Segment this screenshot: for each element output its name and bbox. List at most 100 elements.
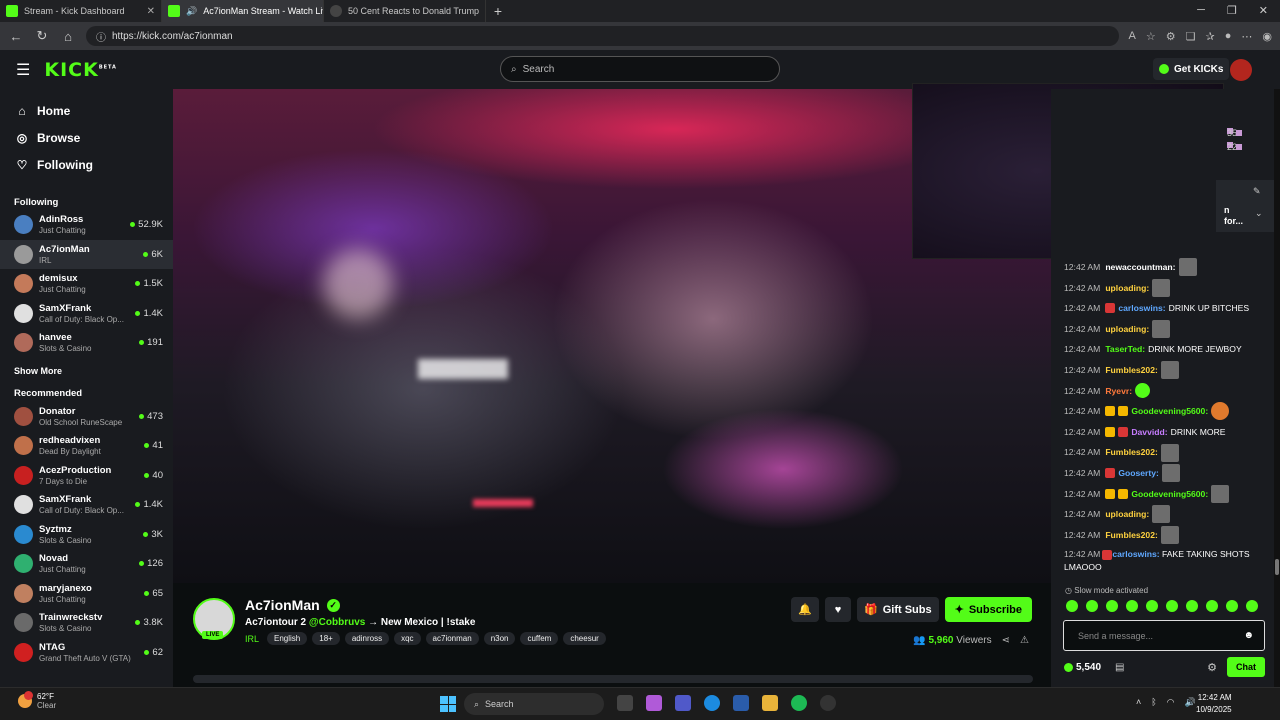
menu-icon[interactable]: ☰ (16, 60, 30, 80)
user-badge-icon[interactable] (1105, 488, 1116, 499)
task-view-icon[interactable] (617, 695, 633, 711)
emote-icon[interactable] (1160, 526, 1179, 545)
teams-icon[interactable] (675, 695, 691, 711)
sidebar-channel-samxfrank[interactable]: SamXFrank Call of Duty: Black Op... 1.4K (0, 299, 173, 329)
chat-username[interactable]: Ryevr: (1105, 381, 1132, 402)
emote-icon[interactable] (1246, 600, 1258, 612)
windows-start-icon[interactable] (440, 696, 456, 712)
user-badge-icon[interactable] (1118, 406, 1129, 417)
chat-send-button[interactable]: Chat (1227, 657, 1265, 677)
extensions-icon[interactable]: ⚙ (1166, 30, 1176, 43)
collections-icon[interactable]: ❏ (1186, 30, 1196, 43)
chevron-up-icon[interactable]: ˄ (1136, 697, 1141, 708)
emote-icon[interactable] (1166, 600, 1178, 612)
close-tab-icon[interactable]: ✕ (147, 6, 155, 17)
user-badge-icon[interactable] (1105, 406, 1116, 417)
browser-tab-dashboard[interactable]: Stream - Kick Dashboard ✕ (0, 0, 162, 22)
chevron-down-icon[interactable]: ⌄ (1255, 208, 1263, 219)
emote-icon[interactable] (1211, 402, 1230, 421)
sidebar-channel-samxfrank[interactable]: SamXFrank Call of Duty: Black Op... 1.4K (0, 490, 173, 520)
speaker-icon[interactable]: 🔊 (186, 6, 197, 17)
wifi-icon[interactable]: ◠ (1167, 697, 1175, 708)
chat-username[interactable]: newaccountman: (1105, 257, 1175, 278)
chat-username[interactable]: Davvidd: (1131, 422, 1167, 443)
favorites-icon[interactable]: ✰ (1206, 30, 1215, 43)
stream-tag[interactable]: xqc (394, 632, 421, 645)
chat-username[interactable]: carloswins: (1112, 549, 1159, 559)
volume-icon[interactable]: 🔊 (1185, 697, 1196, 708)
show-more-button[interactable]: Show More (0, 360, 173, 382)
browser-tab-stream[interactable]: 🔊 Ac7ionMan Stream - Watch Live ✕ (162, 0, 324, 22)
stream-tag[interactable]: cuffem (520, 632, 559, 645)
store-icon[interactable] (733, 695, 749, 711)
emote-icon[interactable] (1066, 600, 1078, 612)
emote-icon[interactable] (1206, 600, 1218, 612)
chat-settings-icon[interactable]: ⚙ (1207, 661, 1217, 674)
channel-points[interactable]: 5,540 (1064, 662, 1101, 673)
emote-icon[interactable] (1160, 443, 1179, 462)
kick-logo[interactable]: KICKBETA (44, 59, 117, 81)
copilot-icon[interactable]: ◉ (1262, 30, 1272, 43)
emote-icon[interactable] (1135, 383, 1151, 399)
chat-username[interactable]: Fumbles202: (1105, 442, 1158, 463)
chat-username[interactable]: uploading: (1105, 278, 1149, 299)
sidebar-nav-browse[interactable]: ◎ Browse (0, 124, 173, 151)
streamer-name[interactable]: Ac7ionMan (245, 597, 320, 613)
stream-tag[interactable]: adinross (344, 632, 390, 645)
copilot-app-icon[interactable] (646, 695, 662, 711)
share-icon[interactable]: ⋖ (1002, 635, 1010, 646)
emote-icon[interactable] (1152, 278, 1171, 297)
chat-username[interactable]: Goodevening5600: (1131, 401, 1208, 422)
reload-icon[interactable]: ↻ (34, 28, 50, 44)
emote-icon[interactable] (1152, 505, 1171, 524)
emote-icon[interactable] (1160, 361, 1179, 380)
chat-username[interactable]: Gooserty: (1118, 463, 1159, 484)
user-badge-icon[interactable] (1105, 303, 1116, 314)
emote-icon[interactable] (1152, 320, 1171, 339)
weather-widget[interactable]: 62°F Clear (18, 691, 56, 710)
title-mention-link[interactable]: @Cobbruvs (309, 617, 365, 628)
chat-username[interactable]: Fumbles202: (1105, 360, 1158, 381)
sidebar-channel-novad[interactable]: Novad Just Chatting 126 (0, 549, 173, 579)
emote-icon[interactable] (1161, 464, 1180, 483)
chat-username[interactable]: Goodevening5600: (1131, 484, 1208, 505)
stream-tag[interactable]: 18+ (312, 632, 340, 645)
stream-tag[interactable]: English (267, 632, 308, 645)
bluetooth-icon[interactable]: ᛒ (1151, 697, 1156, 708)
report-icon[interactable]: ⚠ (1020, 635, 1029, 646)
sidebar-channel-hanvee[interactable]: hanvee Slots & Casino 191 (0, 328, 173, 358)
emote-icon[interactable] (1178, 258, 1197, 277)
obs-icon[interactable] (820, 695, 836, 711)
sidebar-channel-adinross[interactable]: AdinRoss Just Chatting 52.9K (0, 210, 173, 240)
stream-tag[interactable]: cheesur (563, 632, 606, 645)
sidebar-channel-ntag[interactable]: NTAG Grand Theft Auto V (GTA) 62 (0, 638, 173, 668)
sidebar-channel-trainwreckstv[interactable]: Trainwreckstv Slots & Casino 3.8K (0, 608, 173, 638)
follow-heart-button[interactable]: ♥ (825, 597, 851, 622)
chat-rules-icon[interactable]: ▤ (1115, 662, 1124, 673)
sidebar-nav-following[interactable]: ♡ Following (0, 151, 173, 178)
subscribe-button[interactable]: ✦ Subscribe (944, 597, 1032, 622)
maximize-icon[interactable]: ❐ (1227, 4, 1237, 17)
chat-username[interactable]: uploading: (1105, 319, 1149, 340)
user-badge-icon[interactable] (1105, 427, 1116, 438)
sidebar-channel-ac7ionman[interactable]: Ac7ionMan IRL 6K (0, 239, 173, 269)
sidebar-channel-maryjanexo[interactable]: maryjanexo Just Chatting 65 (0, 579, 173, 609)
file-explorer-icon[interactable] (762, 695, 778, 711)
home-icon[interactable]: ⌂ (60, 29, 76, 44)
page-scrollbar[interactable] (1274, 89, 1280, 687)
emote-icon[interactable] (1146, 600, 1158, 612)
user-badge-icon[interactable] (1105, 468, 1116, 479)
chat-username[interactable]: uploading: (1105, 504, 1149, 525)
user-badge-icon[interactable] (1102, 550, 1113, 561)
notification-bell-button[interactable]: 🔔 (791, 597, 819, 622)
emote-icon[interactable] (1126, 600, 1138, 612)
close-window-icon[interactable]: ✕ (1259, 4, 1268, 17)
spotify-icon[interactable] (791, 695, 807, 711)
edge-icon[interactable] (704, 695, 720, 711)
chat-username[interactable]: Fumbles202: (1105, 525, 1158, 546)
user-badge-icon[interactable] (1118, 427, 1129, 438)
sidebar-channel-donator[interactable]: Donator Old School RuneScape 473 (0, 402, 173, 432)
emote-icon[interactable] (1226, 600, 1238, 612)
sidebar-channel-demisux[interactable]: demisux Just Chatting 1.5K (0, 269, 173, 299)
profile-icon[interactable]: ● (1225, 30, 1232, 42)
